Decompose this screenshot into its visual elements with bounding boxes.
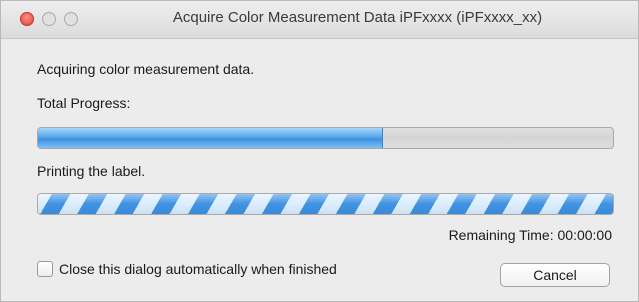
close-window-button[interactable]	[20, 12, 34, 26]
cancel-button[interactable]: Cancel	[500, 263, 610, 287]
remaining-time: Remaining Time: 00:00:00	[448, 227, 612, 243]
auto-close-option[interactable]: Close this dialog automatically when fin…	[37, 261, 337, 277]
minimize-window-button[interactable]	[42, 12, 56, 26]
total-progress-fill	[38, 128, 383, 148]
auto-close-checkbox[interactable]	[37, 261, 53, 277]
status-text: Acquiring color measurement data.	[37, 61, 255, 77]
window-title: Acquire Color Measurement Data iPFxxxx (…	[172, 9, 543, 26]
total-progress-label: Total Progress:	[37, 95, 131, 111]
title-bar[interactable]: Acquire Color Measurement Data iPFxxxx (…	[1, 1, 638, 39]
total-progress-bar	[37, 127, 614, 149]
step-progress-bar	[37, 193, 614, 215]
auto-close-label[interactable]: Close this dialog automatically when fin…	[59, 261, 337, 277]
dialog-window: Acquire Color Measurement Data iPFxxxx (…	[0, 0, 639, 302]
zoom-window-button[interactable]	[64, 12, 78, 26]
indeterminate-progress-stripes	[38, 194, 613, 214]
step-label: Printing the label.	[37, 163, 146, 179]
